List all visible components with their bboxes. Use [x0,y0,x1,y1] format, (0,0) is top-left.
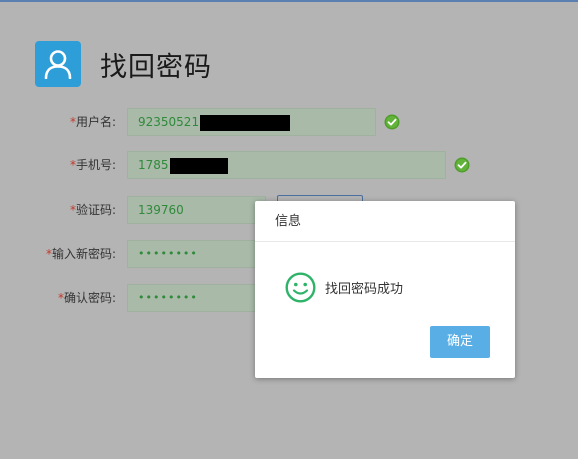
username-row: *用户名: 92350521 [0,108,578,136]
username-field[interactable]: 92350521 [127,108,376,136]
phone-label: *手机号: [69,158,116,172]
dialog-message: 找回密码成功 [325,282,404,297]
smile-icon [285,272,316,303]
phone-row: *手机号: 1785 [0,151,578,179]
username-label: *用户名: [69,115,116,129]
dialog-body: 找回密码成功 [285,272,403,303]
redaction-block [200,114,291,131]
new-password-label: *输入新密码: [45,247,116,261]
window-top-border [0,0,578,2]
page-header: 找回密码 [35,41,212,87]
check-circle-icon [454,157,470,173]
confirm-button[interactable]: 确定 [430,326,490,358]
redaction-block [169,157,228,174]
code-label: *验证码: [69,203,116,217]
confirm-password-label: *确认密码: [57,291,116,305]
dialog-title: 信息 [255,201,515,242]
page-title: 找回密码 [100,51,212,83]
user-icon [35,41,81,87]
info-dialog: 信息 找回密码成功 确定 [255,201,515,378]
check-circle-icon [384,114,400,130]
code-field[interactable]: 139760 [127,196,266,224]
phone-field[interactable]: 1785 [127,151,446,179]
